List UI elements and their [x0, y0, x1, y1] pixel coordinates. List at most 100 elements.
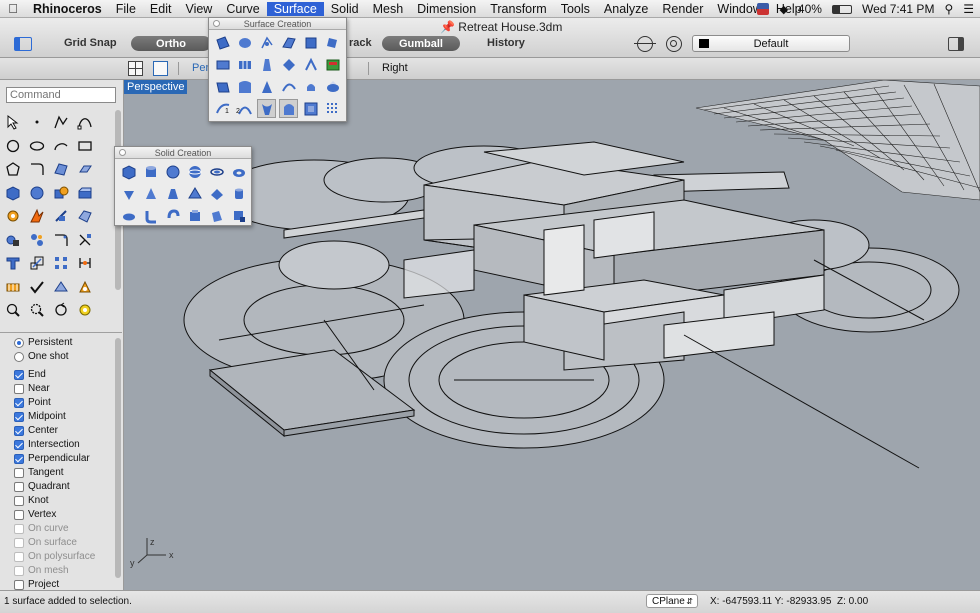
torus-icon[interactable] [229, 162, 248, 181]
osnap-item-intersection[interactable]: Intersection [14, 439, 80, 450]
named-views-icon[interactable] [75, 300, 95, 320]
extrude-curve-icon[interactable] [75, 159, 95, 179]
sweep-one-rail-icon[interactable] [257, 55, 276, 74]
osnap-item-vertex[interactable]: Vertex [14, 509, 56, 520]
record-icon[interactable] [666, 36, 682, 52]
polygon-icon[interactable] [3, 159, 23, 179]
cylinder-icon[interactable] [141, 162, 160, 181]
osnap-item-quadrant[interactable]: Quadrant [14, 481, 70, 492]
osnap-item-project[interactable]: Project [14, 579, 59, 590]
extrude-surface-solid-icon[interactable] [185, 206, 204, 225]
osnap-item-tangent[interactable]: Tangent [14, 467, 64, 478]
text-object-icon[interactable] [3, 253, 23, 273]
grid-snap-toggle[interactable]: Grid Snap [64, 37, 117, 49]
checkbox[interactable] [14, 411, 24, 422]
box-solid-icon[interactable] [3, 183, 23, 203]
radio-button[interactable] [14, 351, 24, 362]
flag-icon[interactable] [757, 3, 770, 15]
menu-curve[interactable]: Curve [219, 2, 266, 16]
drape-icon[interactable] [301, 77, 320, 96]
battery-icon[interactable] [831, 4, 852, 14]
split-icon[interactable] [75, 206, 95, 226]
menu-tools[interactable]: Tools [554, 2, 597, 16]
circle-icon[interactable] [3, 136, 23, 156]
checkbox[interactable] [14, 565, 24, 576]
checkbox[interactable] [14, 467, 24, 478]
sidebar-toggle-icon[interactable] [14, 37, 32, 51]
render-icon[interactable] [75, 277, 95, 297]
tab-right[interactable]: Right [382, 62, 408, 74]
slab-icon[interactable] [207, 206, 226, 225]
osnap-item-center[interactable]: Center [14, 425, 58, 436]
spotlight-icon[interactable]: ⚲ [944, 2, 953, 16]
menu-view[interactable]: View [178, 2, 219, 16]
osnap-item-perpendicular[interactable]: Perpendicular [14, 453, 90, 464]
sweep-two-rails-icon[interactable] [279, 55, 298, 74]
extrude-surface-icon[interactable] [75, 183, 95, 203]
gumball-toggle[interactable]: Gumball [382, 36, 460, 51]
tube-icon[interactable] [229, 184, 248, 203]
point-grid-icon[interactable] [323, 99, 342, 118]
checkbox[interactable] [14, 425, 24, 436]
checkbox[interactable] [14, 453, 24, 464]
loft-icon[interactable] [213, 55, 232, 74]
sweep-surface-icon[interactable] [257, 99, 276, 118]
checkbox[interactable] [14, 481, 24, 492]
heightfield-icon[interactable] [323, 77, 342, 96]
offset-surface-icon[interactable] [257, 77, 276, 96]
checkbox[interactable] [14, 383, 24, 394]
command-input[interactable] [6, 87, 116, 103]
checkbox[interactable] [14, 439, 24, 450]
fillet-curve-icon[interactable] [27, 159, 47, 179]
network-surface-icon[interactable] [235, 55, 254, 74]
ellipse-icon[interactable] [27, 136, 47, 156]
battery-label[interactable]: 40% [798, 2, 822, 16]
hatch-icon[interactable] [3, 277, 23, 297]
osnap-item-point[interactable]: Point [14, 397, 51, 408]
menu-surface[interactable]: Surface [266, 1, 324, 16]
surface-corner-points-icon[interactable] [213, 33, 232, 52]
fillet-surface-icon[interactable] [279, 77, 298, 96]
layer-dropdown[interactable]: Default [692, 35, 850, 52]
panels-toggle-icon[interactable] [948, 37, 964, 51]
tetrahedron-icon[interactable] [207, 184, 226, 203]
osnap-item-end[interactable]: End [14, 369, 46, 380]
analyze-icon[interactable] [51, 277, 71, 297]
patch-icon[interactable] [279, 33, 298, 52]
checkbox[interactable] [14, 509, 24, 520]
point-icon[interactable] [27, 112, 47, 132]
ortho-toggle[interactable]: Ortho [131, 36, 211, 51]
pyramid-icon[interactable] [119, 184, 138, 203]
menu-dimension[interactable]: Dimension [410, 2, 483, 16]
arc-icon[interactable] [51, 136, 71, 156]
surface-from-grid-icon[interactable] [301, 99, 320, 118]
osnap-mode-persistent[interactable]: Persistent [14, 337, 72, 348]
text-solid-icon[interactable] [229, 206, 248, 225]
osnap-item-on-surface[interactable]: On surface [14, 537, 77, 548]
fillet-edge-icon[interactable] [51, 230, 71, 250]
osnap-item-on-curve[interactable]: On curve [14, 523, 69, 534]
osnap-item-midpoint[interactable]: Midpoint [14, 411, 66, 422]
radio-button[interactable] [14, 337, 24, 348]
edge-surface-icon[interactable] [213, 77, 232, 96]
extrude-straight-icon[interactable] [323, 33, 342, 52]
menu-analyze[interactable]: Analyze [597, 2, 655, 16]
revolve-icon[interactable] [301, 55, 320, 74]
rectangle-icon[interactable] [75, 136, 95, 156]
polyline-icon[interactable] [51, 112, 71, 132]
dimension-icon[interactable] [75, 253, 95, 273]
scale-icon[interactable] [27, 253, 47, 273]
blend-surface-icon[interactable] [235, 77, 254, 96]
extrude-to-point-icon[interactable] [279, 99, 298, 118]
check-icon[interactable] [27, 277, 47, 297]
pan-target-icon[interactable] [634, 36, 656, 52]
surface-from-3-curves-icon[interactable]: 2 [235, 99, 254, 118]
osnap-item-on-mesh[interactable]: On mesh [14, 565, 69, 576]
mesh-settings-icon[interactable] [3, 206, 23, 226]
perspective-viewport[interactable]: z x y Perspective [124, 80, 980, 590]
array-icon[interactable] [51, 253, 71, 273]
osnap-item-knot[interactable]: Knot [14, 495, 49, 506]
rectangular-plane-icon[interactable] [301, 33, 320, 52]
boolean-union-icon[interactable] [51, 183, 71, 203]
checkbox[interactable] [14, 551, 24, 562]
